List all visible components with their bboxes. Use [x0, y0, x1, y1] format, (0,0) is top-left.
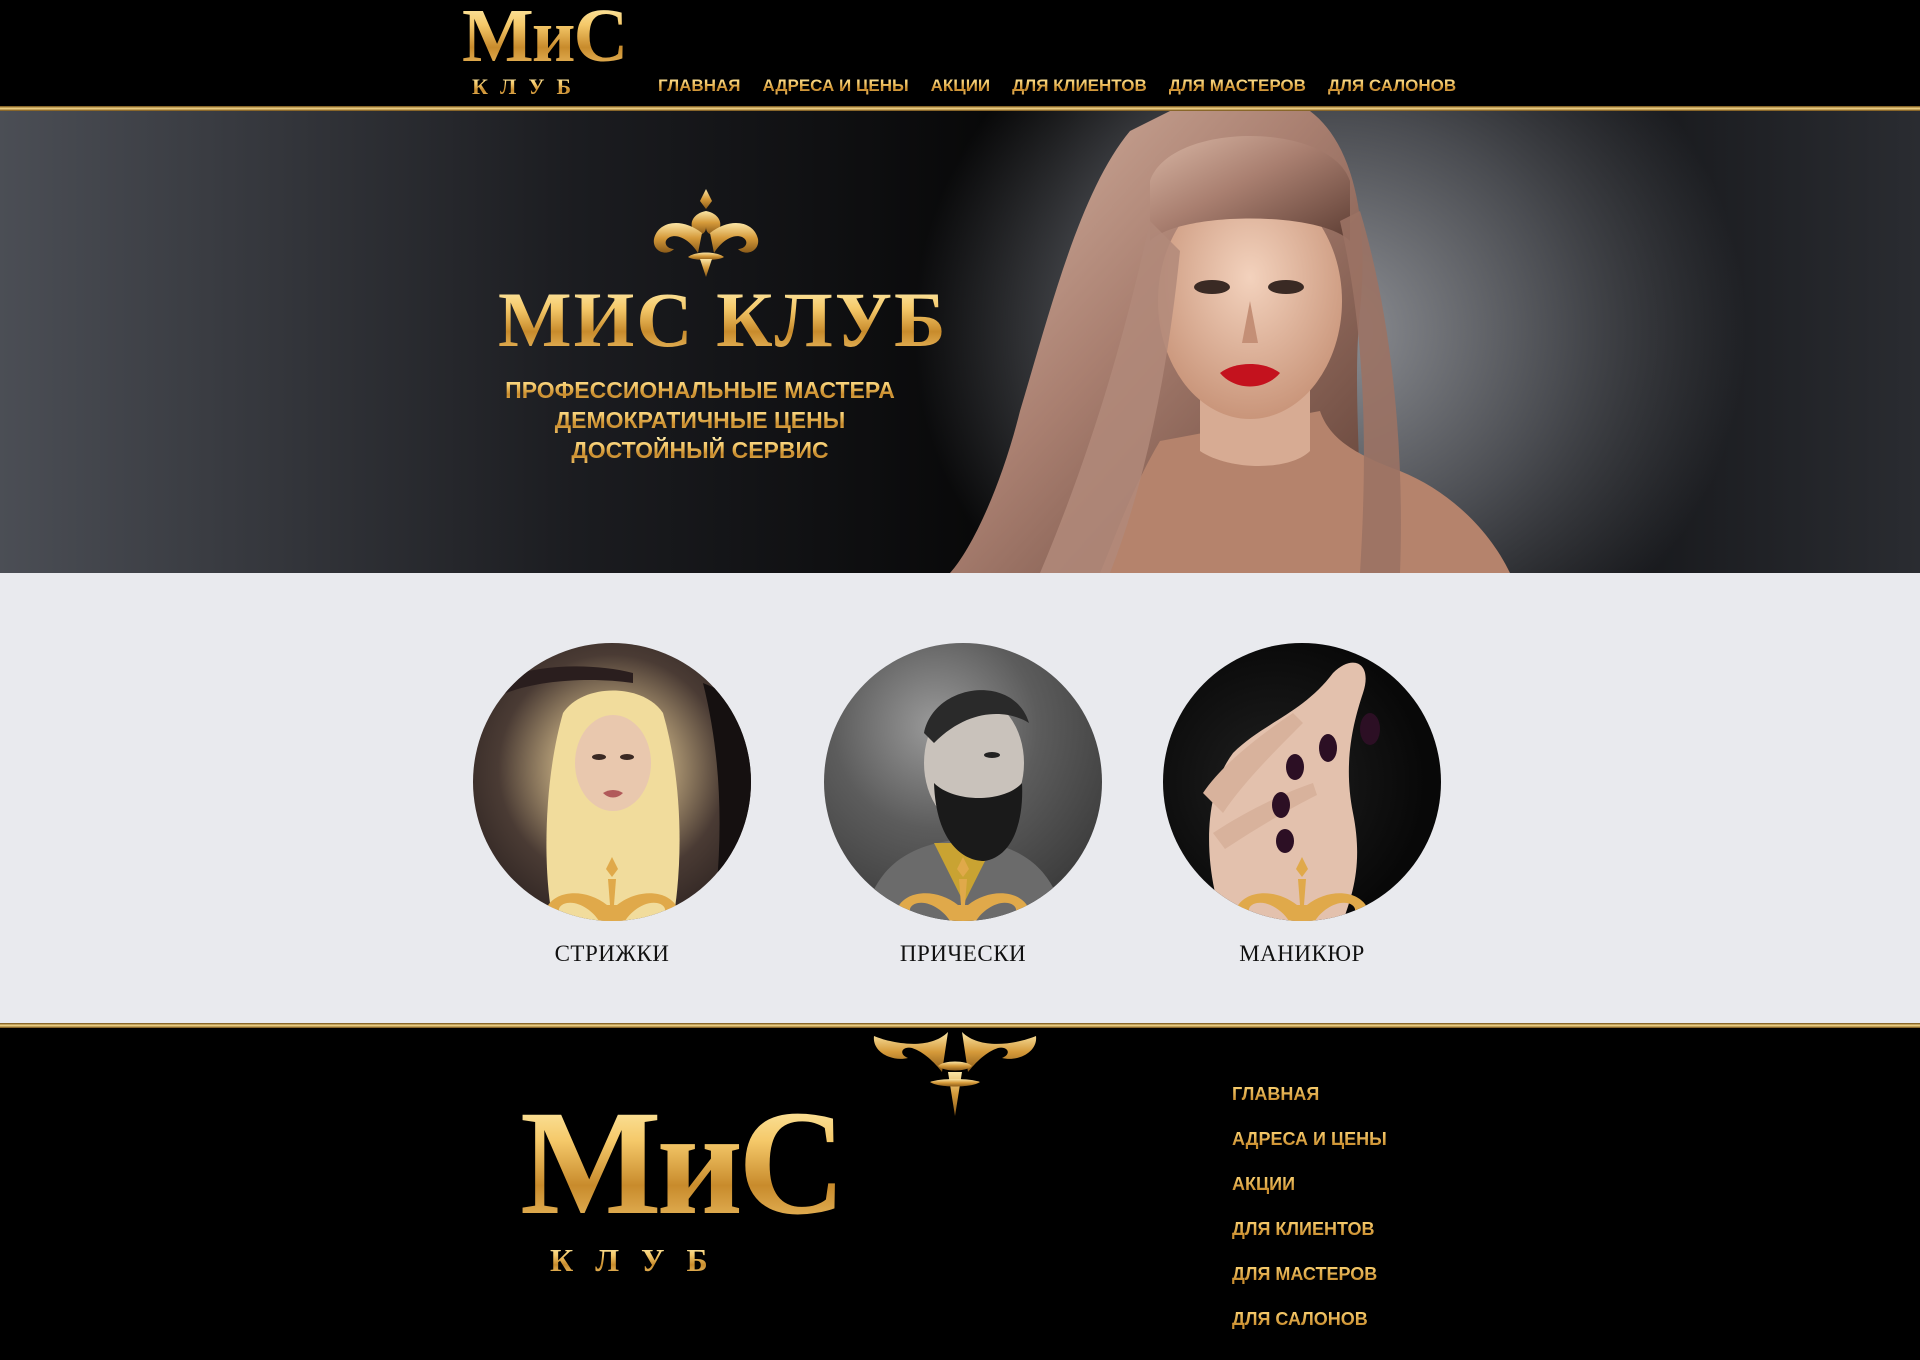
- site-header: МиС КЛУБ ГЛАВНАЯ АДРЕСА И ЦЕНЫ АКЦИИ ДЛЯ…: [0, 0, 1920, 106]
- service-card-hairstyles[interactable]: ПРИЧЕСКИ: [824, 643, 1102, 967]
- service-card-haircuts[interactable]: СТРИЖКИ: [473, 643, 751, 967]
- nav-item-promotions[interactable]: АКЦИИ: [931, 76, 991, 96]
- hero-tagline: ДОСТОЙНЫЙ СЕРВИС: [480, 435, 920, 465]
- logo-main-text: МиС: [462, 0, 628, 78]
- footer-nav-item-for-salons[interactable]: ДЛЯ САЛОНОВ: [1232, 1297, 1387, 1342]
- main-nav: ГЛАВНАЯ АДРЕСА И ЦЕНЫ АКЦИИ ДЛЯ КЛИЕНТОВ…: [658, 76, 1478, 96]
- footer-nav-item-home[interactable]: ГЛАВНАЯ: [1232, 1072, 1387, 1117]
- footer-nav-item-addresses-prices[interactable]: АДРЕСА И ЦЕНЫ: [1232, 1117, 1387, 1162]
- footer-nav-item-for-clients[interactable]: ДЛЯ КЛИЕНТОВ: [1232, 1207, 1387, 1252]
- hero-banner: МИС КЛУБ ПРОФЕССИОНАЛЬНЫЕ МАСТЕРА ДЕМОКР…: [0, 111, 1920, 573]
- footer-nav-item-promotions[interactable]: АКЦИИ: [1232, 1162, 1387, 1207]
- nav-item-for-masters[interactable]: ДЛЯ МАСТЕРОВ: [1169, 76, 1306, 96]
- footer-logo[interactable]: МиС КЛУБ: [520, 1080, 846, 1308]
- site-footer: МиС КЛУБ ГЛАВНАЯ АДРЕСА И ЦЕНЫ АКЦИИ ДЛЯ…: [0, 1028, 1920, 1360]
- footer-nav-item-for-masters[interactable]: ДЛЯ МАСТЕРОВ: [1232, 1252, 1387, 1297]
- nav-item-for-clients[interactable]: ДЛЯ КЛИЕНТОВ: [1012, 76, 1147, 96]
- service-label-hairstyles[interactable]: ПРИЧЕСКИ: [824, 941, 1102, 967]
- nav-item-addresses-prices[interactable]: АДРЕСА И ЦЕНЫ: [762, 76, 908, 96]
- gold-ornament-icon: [546, 857, 678, 921]
- hero-taglines: ПРОФЕССИОНАЛЬНЫЕ МАСТЕРА ДЕМОКРАТИЧНЫЕ Ц…: [480, 375, 920, 465]
- service-image-hairstyles[interactable]: [824, 643, 1102, 921]
- flourish-ornament-icon: [873, 1032, 1037, 1116]
- header-logo[interactable]: МиС КЛУБ: [462, 0, 628, 100]
- flourish-ornament-icon: [653, 189, 759, 277]
- service-label-haircuts[interactable]: СТРИЖКИ: [473, 941, 751, 967]
- hero-model-portrait: [950, 111, 1510, 573]
- nav-item-for-salons[interactable]: ДЛЯ САЛОНОВ: [1328, 76, 1456, 96]
- hero-tagline: ПРОФЕССИОНАЛЬНЫЕ МАСТЕРА: [480, 375, 920, 405]
- service-card-manicure[interactable]: МАНИКЮР: [1163, 643, 1441, 967]
- footer-logo-sub-text: КЛУБ: [550, 1242, 730, 1278]
- service-image-manicure[interactable]: [1163, 643, 1441, 921]
- gold-ornament-icon: [1236, 857, 1368, 921]
- service-image-haircuts[interactable]: [473, 643, 751, 921]
- nav-item-home[interactable]: ГЛАВНАЯ: [658, 76, 740, 96]
- footer-logo-main-text: МиС: [520, 1080, 846, 1246]
- hero-tagline: ДЕМОКРАТИЧНЫЕ ЦЕНЫ: [480, 405, 920, 435]
- services-section: СТРИЖКИ ПРИЧЕСКИ МАНИКЮР: [0, 573, 1920, 1023]
- gold-ornament-icon: [897, 857, 1029, 921]
- footer-nav: ГЛАВНАЯ АДРЕСА И ЦЕНЫ АКЦИИ ДЛЯ КЛИЕНТОВ…: [1232, 1072, 1387, 1342]
- hero-title: МИС КЛУБ: [498, 276, 948, 363]
- service-label-manicure[interactable]: МАНИКЮР: [1163, 941, 1441, 967]
- logo-sub-text: КЛУБ: [472, 74, 584, 99]
